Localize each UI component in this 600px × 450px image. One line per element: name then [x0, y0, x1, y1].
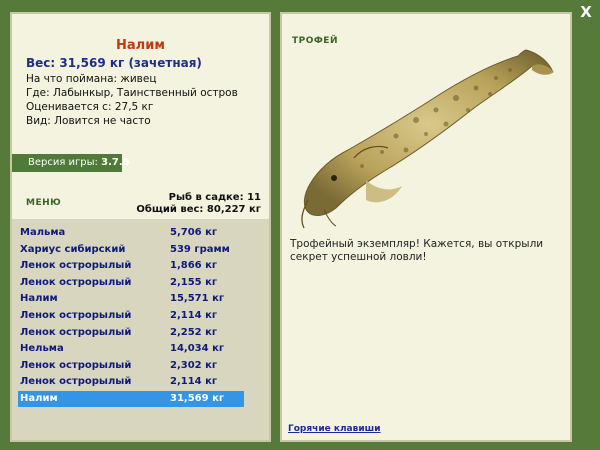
catch-row[interactable]: Налим 31,569 кг: [18, 391, 244, 407]
catch-row-weight: 1,866 кг: [170, 260, 218, 272]
catch-row-weight: 31,569 кг: [170, 393, 225, 404]
catch-row[interactable]: Ленок острорылый 2,114 кг: [18, 374, 244, 390]
version-label: Версия игры:: [28, 157, 98, 168]
catch-details-panel: Налим Вес: 31,569 кг (зачетная) На что п…: [10, 12, 271, 442]
catch-row-weight: 2,155 кг: [170, 276, 218, 288]
fish-name: Налим: [116, 38, 165, 53]
catch-row-weight: 2,114 кг: [170, 310, 218, 321]
catch-row-weight: 539 грамм: [170, 243, 230, 255]
catch-row-weight: 2,114 кг: [170, 376, 218, 388]
catch-row-name: Мальма: [20, 227, 66, 238]
hotkeys-link[interactable]: Горячие клавиши: [288, 424, 381, 434]
catch-row-name: Ленок острорылый: [20, 276, 132, 288]
catch-row[interactable]: Ленок острорылый 2,302 кг: [18, 358, 244, 374]
catch-row[interactable]: Нельма 14,034 кг: [18, 341, 244, 357]
catch-totals: Рыб в садке: 11 Общий вес: 80,227 кг: [136, 192, 261, 216]
catch-row[interactable]: Ленок острорылый 2,252 кг: [18, 325, 244, 341]
catch-row-name: Нельма: [20, 343, 64, 355]
fish-rarity: Вид: Ловится не часто: [26, 115, 151, 127]
trophy-label: ТРОФЕЙ: [292, 36, 338, 46]
fish-bait: На что поймана: живец: [26, 73, 157, 85]
fish-info: На что поймана: живец Где: Лабынкыр, Таи…: [26, 72, 238, 128]
catch-row-name: Хариус сибирский: [20, 243, 126, 255]
menu-button[interactable]: МЕНЮ: [26, 198, 61, 208]
catch-row[interactable]: Ленок острорылый 2,114 кг: [18, 308, 244, 324]
catch-row[interactable]: Мальма 5,706 кг: [18, 225, 244, 241]
catch-row-name: Ленок острорылый: [20, 359, 132, 371]
trophy-text: Трофейный экземпляр! Кажется, вы открыли…: [290, 238, 544, 263]
close-button[interactable]: X: [578, 4, 594, 20]
catch-count: Рыб в садке: 11: [168, 192, 261, 203]
version-number: 3.7.6: [101, 157, 130, 168]
catch-row-name: Ленок острорылый: [20, 376, 132, 388]
catch-row-name: Ленок острорылый: [20, 310, 132, 321]
catch-row-name: Налим: [20, 293, 58, 305]
catch-row-name: Ленок острорылый: [20, 260, 132, 272]
catch-row-weight: 5,706 кг: [170, 227, 218, 238]
burbot-fish-image: [301, 49, 554, 229]
catch-row[interactable]: Ленок острорылый 1,866 кг: [18, 258, 244, 274]
catch-row-name: Ленок острорылый: [20, 326, 132, 338]
fish-value: Оценивается с: 27,5 кг: [26, 101, 154, 113]
trophy-panel: ТРОФЕЙ Трофейный экземпляр! Кажется, вы …: [280, 12, 572, 442]
catch-row-weight: 15,571 кг: [170, 293, 225, 305]
fish-location: Где: Лабынкыр, Таинственный остров: [26, 87, 238, 99]
catch-row-weight: 14,034 кг: [170, 343, 225, 355]
fish-weight: Вес: 31,569 кг (зачетная): [26, 56, 202, 70]
catch-row-weight: 2,252 кг: [170, 326, 218, 338]
catch-row[interactable]: Ленок острорылый 2,155 кг: [18, 275, 244, 291]
catch-list: Мальма 5,706 кг Хариус сибирский 539 грамм Л…: [12, 219, 269, 440]
catch-row[interactable]: Налим 15,571 кг: [18, 291, 244, 307]
catch-total-weight: Общий вес: 80,227 кг: [136, 204, 261, 215]
catch-row-weight: 2,302 кг: [170, 359, 218, 371]
version-bar: Версия игры: 3.7.6: [12, 154, 130, 172]
catch-row[interactable]: Хариус сибирский 539 грамм: [18, 242, 244, 258]
catch-row-name: Налим: [20, 393, 58, 404]
